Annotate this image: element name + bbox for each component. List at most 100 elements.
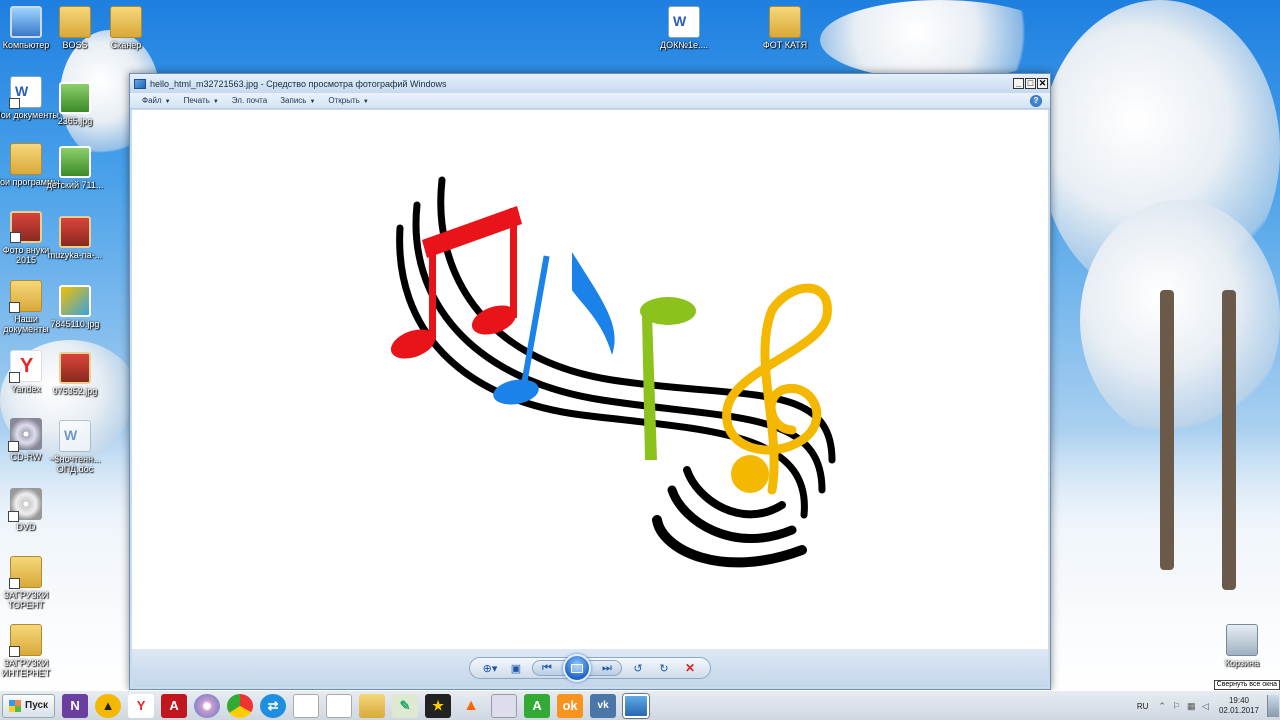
- desktop-icon-scanner[interactable]: Сканер: [92, 6, 160, 50]
- desktop-icon-label: ЗАГРУЗКИ ТОРЕНТ: [3, 590, 49, 610]
- cd-drive-icon: [8, 418, 42, 452]
- title-bar[interactable]: hello_html_m32721563.jpg - Средство прос…: [130, 74, 1050, 93]
- movie-maker-icon[interactable]: ★: [425, 693, 452, 718]
- media-player-icon[interactable]: [194, 693, 221, 718]
- close-button[interactable]: ✕: [1037, 78, 1048, 89]
- dvd-drive-icon: [8, 488, 42, 522]
- show-desktop-tooltip: Свернуть все окна: [1213, 680, 1280, 690]
- teamviewer-icon[interactable]: ⇄: [260, 693, 287, 718]
- image-file-icon: [59, 285, 91, 317]
- desktop-icon-label: ДОК№1е....: [659, 40, 708, 50]
- rotate-cw-icon[interactable]: ↻: [654, 660, 674, 676]
- menu-label: Файл: [142, 96, 162, 105]
- antivirus-icon[interactable]: A: [524, 693, 551, 718]
- pdf-reader-icon[interactable]: A: [161, 693, 188, 718]
- yandex-browser-icon: [9, 350, 42, 383]
- help-button[interactable]: ?: [1030, 95, 1042, 107]
- viewer-controls: ⊕▾ ▣ ⏮ ⏭ ↺ ↻ ✕: [469, 654, 711, 682]
- menu-label: Запись: [280, 96, 307, 105]
- blank-document-icon[interactable]: [326, 693, 353, 718]
- minimize-button[interactable]: _: [1013, 78, 1024, 89]
- maximize-button[interactable]: □: [1025, 78, 1036, 89]
- folder-icon: [9, 556, 42, 589]
- desktop-icon-label: 7845110.jpg: [50, 319, 100, 329]
- desktop-icon-detskiy[interactable]: детский 711...: [41, 146, 109, 190]
- desktop-icon-internet-downloads[interactable]: ЗАГРУЗКИ ИНТЕРНЕТ: [0, 624, 60, 678]
- recycle-bin-icon: [1226, 624, 1258, 656]
- tree-trunk: [1222, 290, 1236, 590]
- yandex-browser-icon[interactable]: Y: [128, 693, 155, 718]
- dropdown-arrow-icon: ▼: [362, 99, 369, 105]
- explorer-folder-icon[interactable]: [359, 693, 386, 718]
- desktop-icon-muzyka[interactable]: muzyka-na-...: [41, 216, 109, 260]
- folder-icon: [9, 624, 42, 657]
- blue-eighth-note: [493, 252, 615, 405]
- slideshow-icon[interactable]: [563, 654, 591, 682]
- blank-document-icon[interactable]: [293, 693, 320, 718]
- menu-burn[interactable]: Запись ▼: [280, 96, 315, 105]
- desktop-icon-torrent-downloads[interactable]: ЗАГРУЗКИ ТОРЕНТ: [0, 556, 60, 610]
- desktop-icon-photo-katya[interactable]: ФОТ КАТЯ: [751, 6, 819, 50]
- start-label: Пуск: [25, 700, 49, 711]
- menu-label: Эл. почта: [231, 96, 268, 105]
- start-button[interactable]: Пуск: [2, 693, 56, 718]
- archive-icon[interactable]: ▲: [95, 693, 122, 718]
- delete-icon[interactable]: ✕: [680, 660, 700, 676]
- rotate-ccw-icon[interactable]: ↺: [628, 660, 648, 676]
- desktop-icon-label: muzyka-na-...: [47, 250, 103, 260]
- desktop-icon-label: ЗАГРУЗКИ ИНТЕРНЕТ: [1, 658, 51, 678]
- desktop-icon-doc[interactable]: ДОК№1е....: [650, 6, 718, 50]
- odnoklassniki-icon[interactable]: ok: [557, 693, 584, 718]
- menu-open[interactable]: Открыть ▼: [328, 96, 368, 105]
- photo-viewer-window[interactable]: hello_html_m32721563.jpg - Средство прос…: [129, 73, 1051, 690]
- onenote-icon[interactable]: N: [62, 693, 89, 718]
- tray-icons[interactable]: ⌃ ⚐ ▦ ◁: [1158, 701, 1211, 712]
- paint-icon[interactable]: ✎: [392, 693, 419, 718]
- word-document-icon: [668, 6, 700, 38]
- chrome-icon[interactable]: [227, 693, 254, 718]
- desktop-icon-dvd[interactable]: DVD: [0, 488, 60, 532]
- photo-viewer-taskbar-icon[interactable]: [623, 693, 650, 718]
- music-notes-image: [390, 176, 836, 568]
- vk-icon[interactable]: vk: [590, 693, 617, 718]
- image-file-icon: [59, 82, 91, 114]
- snowy-tree: [1080, 200, 1280, 440]
- documents-icon: [9, 76, 42, 109]
- menu-file[interactable]: Файл ▼: [142, 96, 171, 105]
- photo-viewer-app-icon: [134, 78, 146, 89]
- dropdown-arrow-icon: ▼: [212, 99, 219, 105]
- tree-trunk: [1160, 290, 1174, 570]
- windows-logo-icon: [9, 699, 21, 712]
- show-desktop-button[interactable]: [1267, 695, 1279, 717]
- previous-icon[interactable]: ⏮: [537, 660, 557, 676]
- green-half-note: [640, 297, 696, 460]
- desktop-icon-975352[interactable]: 975352.jpg: [41, 352, 109, 396]
- vlc-icon[interactable]: ▲: [458, 694, 484, 718]
- taskbar: Пуск N ▲ Y A ⇄ ✎ ★ ▲ A ok vk RU ⌃ ⚐ ▦ ◁ …: [0, 690, 1280, 720]
- language-indicator[interactable]: RU: [1137, 702, 1149, 711]
- desktop-icon-label: ~$ночтенн... ОПД.doc: [49, 454, 101, 474]
- desktop-icon-recycle-bin[interactable]: Корзина: [1208, 624, 1276, 668]
- next-icon[interactable]: ⏭: [597, 660, 617, 676]
- folder-icon: [59, 6, 91, 38]
- desktop-icon-temp-doc[interactable]: ~$ночтенн... ОПД.doc: [41, 420, 109, 474]
- menu-print[interactable]: Печать ▼: [184, 96, 219, 105]
- clock[interactable]: 19:40 02.01.2017: [1219, 696, 1259, 716]
- folder-icon: [10, 143, 42, 175]
- actual-size-icon[interactable]: ▣: [506, 660, 526, 676]
- desktop-icon-2365[interactable]: 2365.jpg: [41, 82, 109, 126]
- window-title: hello_html_m32721563.jpg - Средство прос…: [150, 78, 447, 89]
- calculator-icon[interactable]: [491, 693, 518, 718]
- image-file-icon: [59, 216, 91, 248]
- snowy-tree: [820, 0, 1060, 80]
- system-tray: RU ⌃ ⚐ ▦ ◁ 19:40 02.01.2017: [1137, 691, 1280, 720]
- desktop-icon-label: ФОТ КАТЯ: [762, 40, 808, 50]
- menu-bar: Файл ▼ Печать ▼ Эл. почта Запись ▼ Открыть ▼…: [130, 93, 1050, 109]
- desktop-icon-7845110[interactable]: 7845110.jpg: [41, 285, 109, 329]
- viewer-toolbar: ⊕▾ ▣ ⏮ ⏭ ↺ ↻ ✕: [132, 649, 1048, 687]
- menu-email[interactable]: Эл. почта: [232, 96, 267, 105]
- desktop-icon-label: детский 711...: [46, 180, 104, 190]
- magnifier-icon[interactable]: ⊕▾: [480, 660, 500, 676]
- folder-icon: [769, 6, 801, 38]
- photo-folder-icon: [10, 211, 42, 243]
